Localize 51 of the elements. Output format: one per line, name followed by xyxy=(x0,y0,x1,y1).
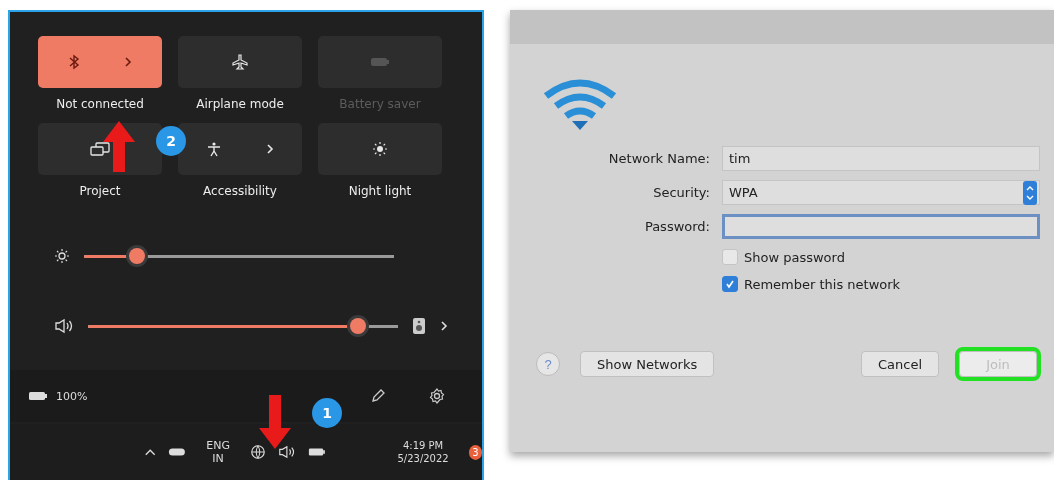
checkbox-label: Remember this network xyxy=(744,276,901,292)
pencil-icon[interactable] xyxy=(370,388,386,404)
checkbox[interactable] xyxy=(722,249,738,265)
checkbox[interactable] xyxy=(722,276,738,292)
speaker-icon xyxy=(54,318,74,334)
battery-icon[interactable] xyxy=(28,390,48,402)
chevron-right-icon[interactable] xyxy=(440,320,448,332)
chevron-right-icon xyxy=(124,56,132,68)
slider-thumb[interactable] xyxy=(128,248,145,264)
speaker-device-icon[interactable] xyxy=(412,317,426,335)
airplane-icon xyxy=(231,54,249,70)
tile-label: Project xyxy=(79,184,121,198)
field-label: Password: xyxy=(643,219,710,234)
show-networks-button[interactable]: Show Networks xyxy=(580,351,715,377)
field-label: Network Name: xyxy=(607,151,710,166)
stepper-icon xyxy=(1023,180,1037,205)
tile-label: Night light xyxy=(348,184,412,198)
speaker-icon[interactable] xyxy=(277,444,296,460)
chevron-right-icon xyxy=(266,143,274,155)
language-indicator[interactable]: ENG IN xyxy=(206,439,230,465)
battery-icon[interactable] xyxy=(307,446,326,458)
battery-icon xyxy=(370,56,390,68)
battery-percentage: 100% xyxy=(56,389,88,403)
tile-label: Battery saver xyxy=(339,97,421,111)
quick-setting-tile[interactable] xyxy=(178,36,302,88)
field-label: Security: xyxy=(652,185,710,200)
bluetooth-icon xyxy=(68,54,80,70)
network-name-field[interactable]: tim xyxy=(722,146,1040,171)
checkmark-icon xyxy=(725,279,735,289)
accessibility-icon xyxy=(206,141,222,157)
clock[interactable]: 4:19 PM 5/23/2022 xyxy=(397,439,449,465)
chevron-up-icon[interactable] xyxy=(144,447,157,457)
password-field[interactable] xyxy=(722,214,1040,239)
arrow-up-icon xyxy=(102,120,136,172)
brightness-icon xyxy=(54,248,70,264)
pill-icon[interactable] xyxy=(168,447,187,457)
tile-label: Accessibility xyxy=(203,184,277,198)
tile-label: Airplane mode xyxy=(196,97,284,111)
sun-icon xyxy=(372,141,388,157)
settings-icon[interactable] xyxy=(428,387,446,405)
arrow-down-icon xyxy=(258,394,292,450)
globe-icon[interactable] xyxy=(249,443,266,461)
dialog-button[interactable]: Cancel xyxy=(860,351,939,377)
quick-setting-tile[interactable] xyxy=(178,123,302,175)
slider-thumb[interactable] xyxy=(349,318,366,334)
tile-label: Not connected xyxy=(56,97,144,111)
checkbox-label: Show password xyxy=(744,249,845,265)
quick-setting-tile[interactable] xyxy=(38,36,162,88)
screens-icon xyxy=(89,141,111,157)
security-dropdown[interactable]: WPA xyxy=(722,180,1040,205)
quick-setting-tile[interactable] xyxy=(318,123,442,175)
